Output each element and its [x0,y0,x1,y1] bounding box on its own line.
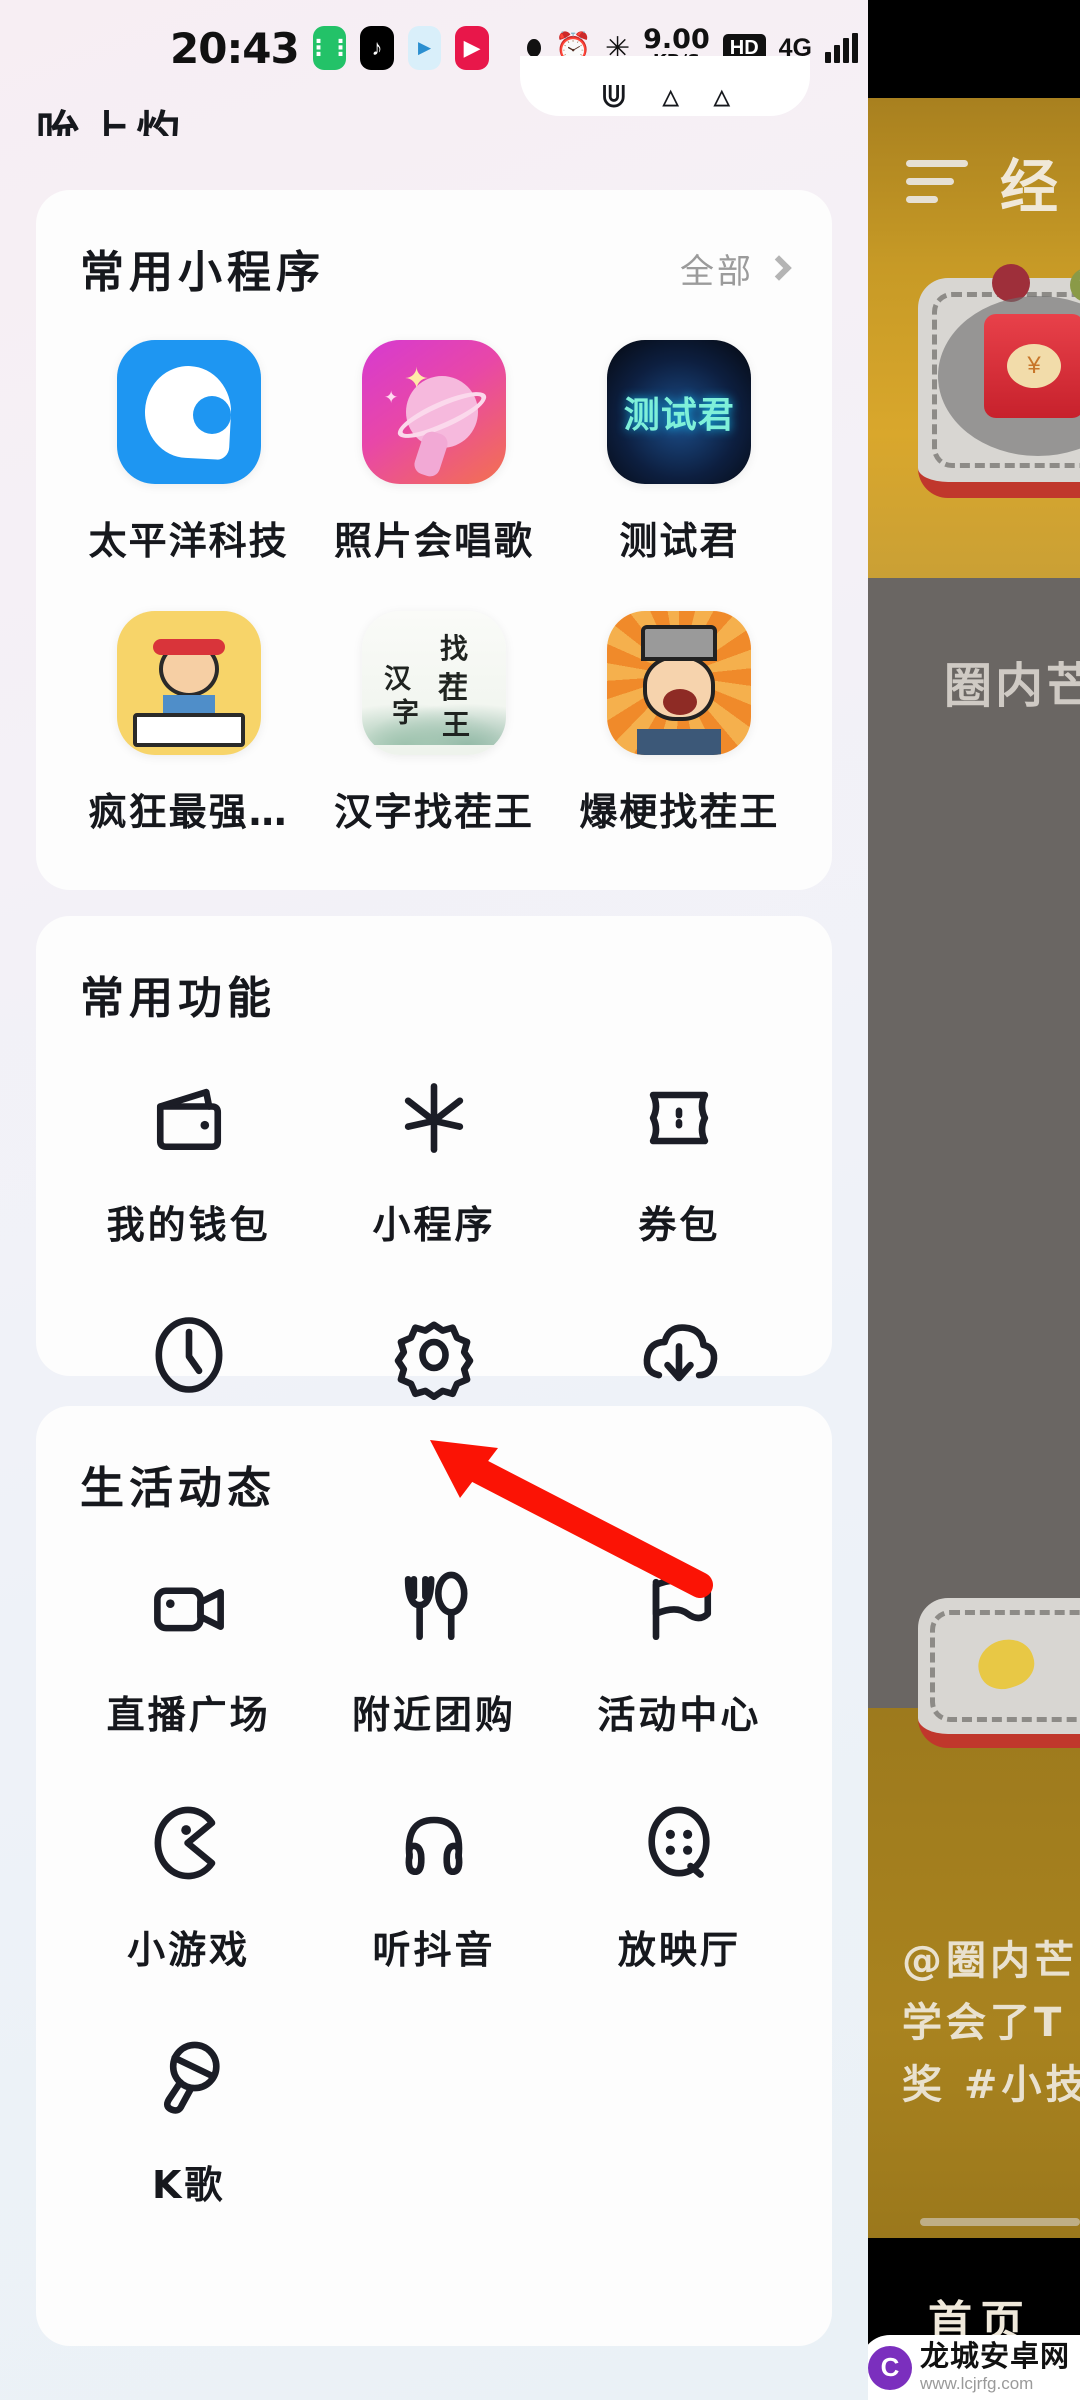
function-item-miniprogram[interactable]: 小程序 [311,1072,556,1249]
life-label: K歌 [151,2163,226,2207]
view-all-label: 全部 [680,251,754,292]
network-speed-value: 9.00 [643,23,710,55]
signal-bars-icon [825,33,858,63]
function-label: 券包 [638,1203,721,1247]
life-item-karaoke[interactable]: K歌 [66,2032,311,2209]
microphone-karaoke-icon [143,2032,235,2124]
pill-glyph-1: ⋓ [599,77,629,115]
mini-programs-card: 常用小程序 全部 太平洋科技 ✦ ✦ 照片会唱歌 测试君 测试君 疯狂最强… 找… [36,190,832,890]
headphones-icon [388,1797,480,1889]
caption-line-2: 学会了T [902,2000,1066,2046]
video-progress-bar[interactable] [920,2218,1080,2226]
red-envelope-icon [984,314,1080,418]
notification-dot-icon [526,39,541,57]
meme-fault-king-icon [607,611,752,755]
life-label: 放映厅 [617,1928,741,1972]
mini-program-item[interactable]: ✦ ✦ 照片会唱歌 [311,340,556,565]
hanzi-glyph: 王 [441,708,470,741]
mini-program-label: 爆梗找茬王 [579,790,780,834]
hamburger-menu-icon[interactable] [906,160,968,204]
mini-program-item[interactable]: 测试君 测试君 [557,340,802,565]
life-item-minigame[interactable]: 小游戏 [66,1797,311,1974]
miniprogram-asterisk-icon [388,1072,480,1164]
life-item-listen[interactable]: 听抖音 [311,1797,556,1974]
hanzi-glyph: 字 [391,698,419,729]
pill-glyph-3: ▵ [713,77,731,115]
video-tab-label[interactable]: 经 [1000,140,1060,224]
mini-programs-title: 常用小程序 [80,247,325,298]
flag-icon [633,1562,725,1654]
function-item-wallet[interactable]: 我的钱包 [66,1072,311,1249]
site-watermark: C 龙城安卓网 www.lcjrfg.com [859,2335,1080,2400]
mango-card[interactable] [918,1598,1080,1748]
gear-settings-icon [388,1309,480,1401]
wallet-icon [143,1072,235,1164]
life-label: 听抖音 [372,1928,496,1972]
mini-program-label: 疯狂最强… [88,790,289,834]
mini-program-label: 太平洋科技 [88,519,289,563]
mini-programs-header: 常用小程序 全部 [36,190,832,300]
hanzi-glyph: 茬 [437,671,468,706]
green-app-icon: ⋮⋮ [312,26,347,70]
life-item-activity[interactable]: 活动中心 [557,1562,802,1739]
drawer-top-partial-pill: ⋓ ▵ ▵ [520,56,810,116]
photo-sings-icon: ✦ ✦ [361,340,506,484]
watermark-site-name: 龙城安卓网 [919,2341,1070,2373]
functions-header: 常用功能 [36,916,832,1026]
side-drawer-panel: 20:43 ⋮⋮ ♪ ▶ ▶ ⏰ ✳ 9.00 KB/S HD 4G 吮上灼 [0,0,868,2400]
functions-title: 常用功能 [80,973,276,1024]
test-jun-icon: 测试君 [607,340,752,484]
test-jun-icon-text: 测试君 [623,395,735,436]
life-header: 生活动态 [36,1406,832,1516]
mini-program-item[interactable]: 找 汉 茬 字 王 汉字找茬王 [311,611,556,836]
pill-glyph-2: ▵ [662,77,680,115]
watermark-site-url: www.lcjrfg.com [919,2374,1034,2393]
fork-spoon-icon [388,1562,480,1654]
functions-card: 常用功能 我的钱包 小程序 券包 [36,916,832,1484]
music-app-icon: ▶ [407,26,442,70]
phone-screen: 经 圈内芒 @圈内芒 学会了T 奖 #小技 首页 C 龙城安卓网 www.lcj… [0,0,1080,2400]
mini-program-item[interactable]: 爆梗找茬王 [557,611,802,836]
drawer-top-partial-text: 吮上灼 [36,107,186,136]
video-username-overlay: 圈内芒 [944,658,1080,714]
function-label: 小程序 [372,1203,496,1247]
function-label: 我的钱包 [106,1203,271,1247]
chevron-right-icon [766,255,792,281]
mini-programs-view-all-link[interactable]: 全部 [680,244,792,293]
life-item-live[interactable]: 直播广场 [66,1562,311,1739]
douyin-icon: ♪ [360,26,394,70]
life-label: 附近团购 [351,1693,516,1737]
hanzi-fault-king-icon: 找 汉 茬 字 王 [361,611,506,755]
function-item-coupon[interactable]: 券包 [557,1072,802,1249]
life-label: 直播广场 [106,1693,271,1737]
caption-line-1: @圈内芒 [902,1938,1078,1984]
crazy-strongest-icon [116,611,261,755]
status-clock: 20:43 [170,23,300,73]
life-card: 生活动态 直播广场 附近团购 活动中心 小游戏 听抖音 放映厅 K歌 [36,1406,832,2346]
caption-line-3: 奖 #小技 [902,2062,1080,2108]
life-label: 活动中心 [597,1693,762,1737]
coupon-ticket-icon [633,1072,725,1164]
mini-program-label: 照片会唱歌 [333,519,534,563]
clock-history-icon [143,1309,235,1401]
life-title: 生活动态 [80,1463,276,1514]
video-caption: @圈内芒 学会了T 奖 #小技 [902,1930,1080,2116]
pacific-tech-icon [116,340,261,484]
hanzi-glyph: 找 [439,632,468,665]
mini-program-label: 测试君 [619,519,740,563]
video-camera-icon [143,1562,235,1654]
watermark-logo-icon: C [867,2345,912,2390]
pacman-game-icon [143,1797,235,1889]
life-item-cinema[interactable]: 放映厅 [557,1797,802,1974]
cloud-download-offline-icon [633,1309,725,1401]
life-item-groupbuy[interactable]: 附近团购 [311,1562,556,1739]
mini-program-item[interactable]: 太平洋科技 [66,340,311,565]
mango-icon [971,1632,1041,1696]
mini-program-label: 汉字找茬王 [333,790,534,834]
film-dots-icon [633,1797,725,1889]
life-label: 小游戏 [127,1928,251,1972]
mini-program-item[interactable]: 疯狂最强… [66,611,311,836]
video-app-icon: ▶ [455,26,489,70]
red-envelope-card[interactable] [918,263,1080,498]
